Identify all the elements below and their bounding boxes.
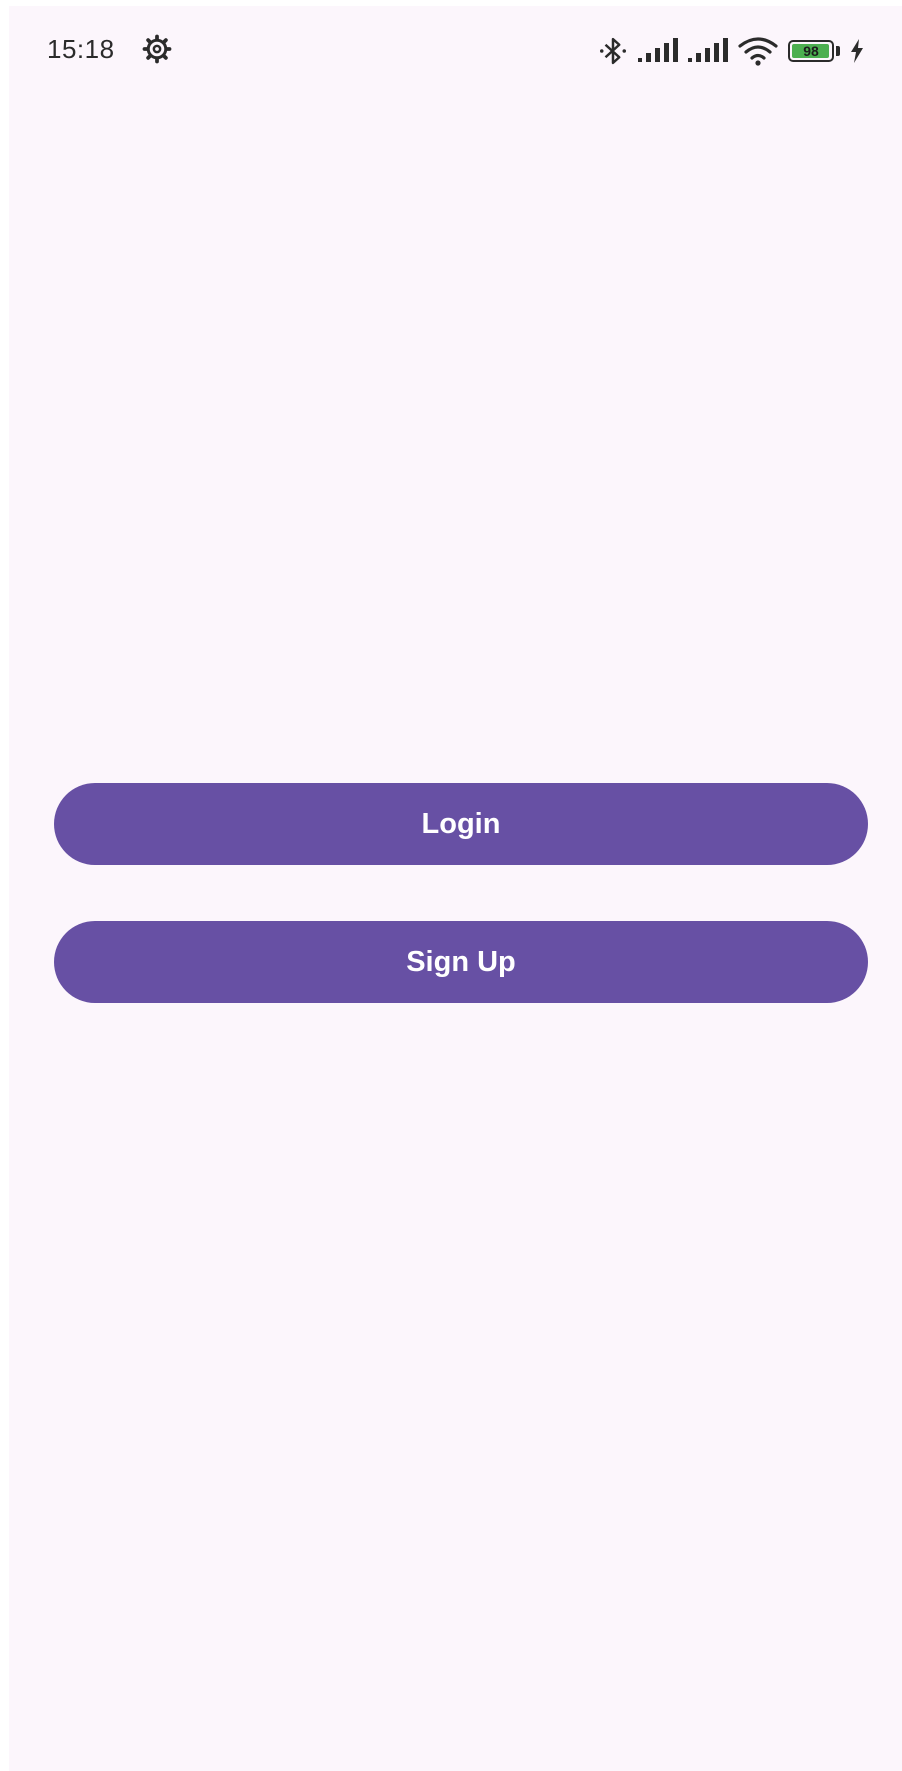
- status-time: 15:18: [47, 34, 115, 64]
- battery-icon: 98: [788, 40, 840, 62]
- status-bar: 15:18 98: [9, 6, 902, 96]
- signal-icon: [638, 38, 678, 62]
- bluetooth-icon: [600, 37, 626, 65]
- signup-button[interactable]: Sign Up: [54, 921, 868, 1003]
- battery-level: 98: [803, 43, 819, 59]
- login-button[interactable]: Login: [54, 783, 868, 865]
- signal-icon: [688, 38, 728, 62]
- settings-gear-icon: [142, 34, 172, 64]
- battery-terminal: [836, 46, 840, 56]
- wifi-icon: [738, 37, 778, 66]
- status-icons: 98: [598, 34, 864, 68]
- charging-bolt-icon: [851, 39, 863, 63]
- app-screen: 15:18 98 Login Sign Up: [9, 6, 902, 1771]
